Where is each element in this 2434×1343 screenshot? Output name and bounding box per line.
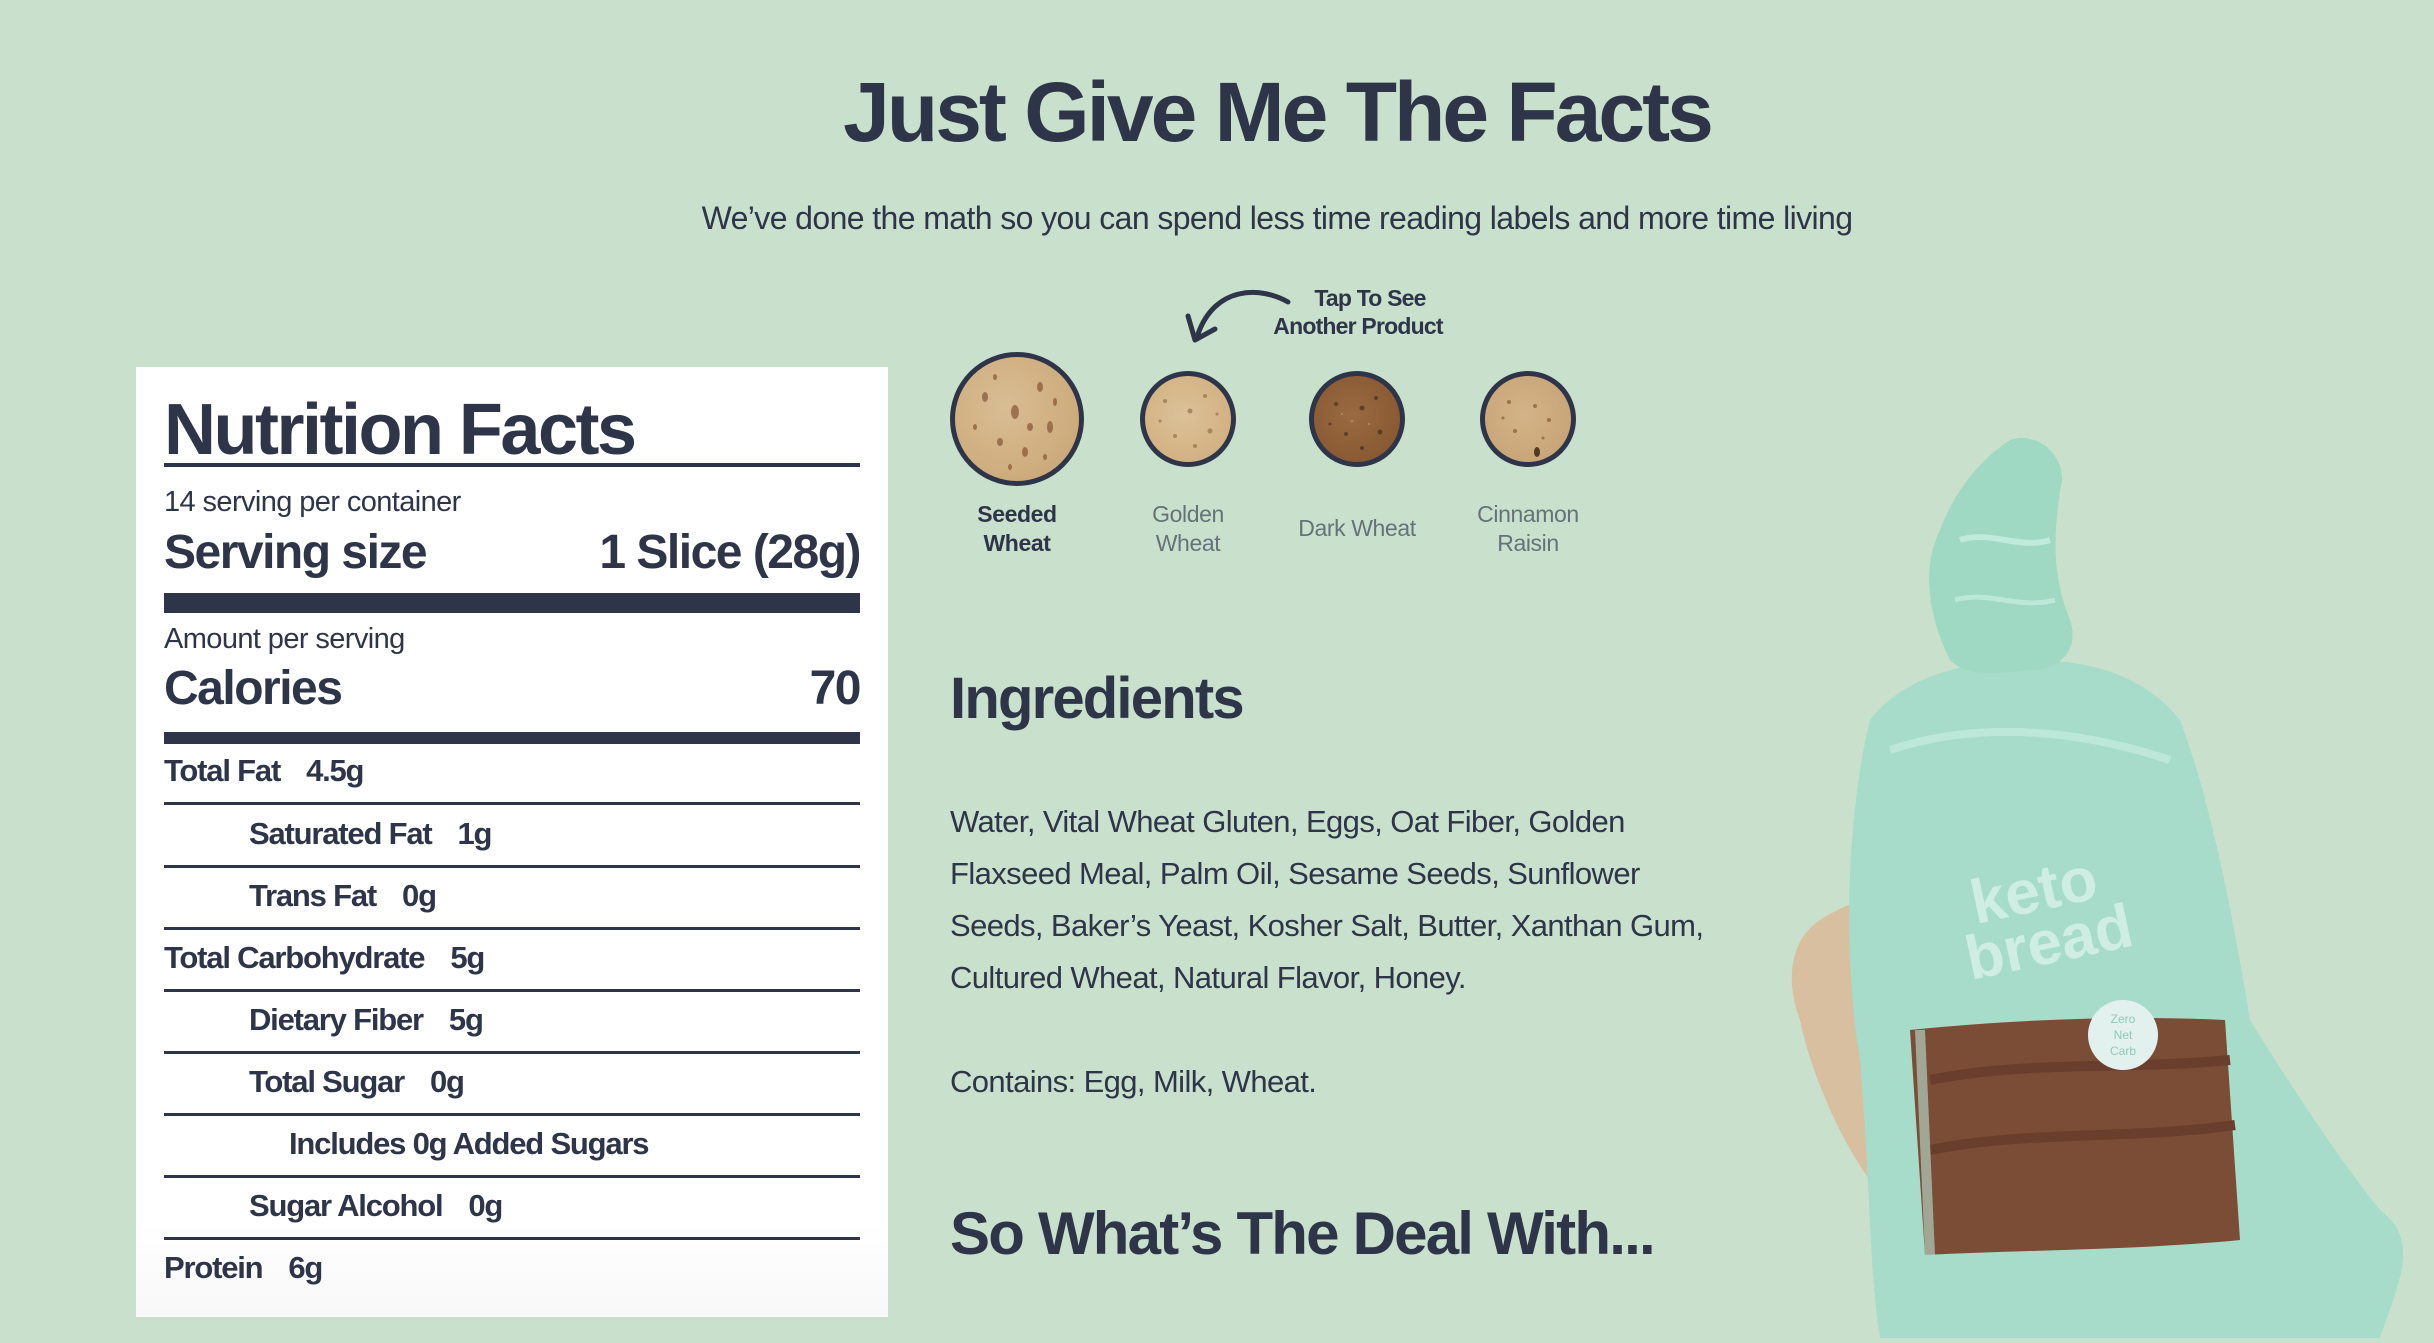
product-label-line1: Seeded: [977, 501, 1057, 527]
product-golden-wheat[interactable]: Golden Wheat: [1103, 371, 1273, 556]
thick-divider: [164, 593, 860, 613]
servings-per-container: 14 serving per container: [164, 486, 461, 518]
nutrient-label: Total Fat: [164, 753, 281, 788]
bread-swatch-cinnamon-raisin: [1480, 371, 1576, 467]
nutrient-label: Total Carbohydrate: [164, 940, 426, 975]
serving-size-value: 1 Slice (28g): [599, 526, 861, 579]
nutrient-row-total-carbohydrate: Total Carbohydrate 5g: [164, 927, 860, 989]
tap-hint-line2: Another Product: [1273, 313, 1443, 339]
nutrient-value: 0g: [430, 1064, 465, 1099]
nutrient-value: 5g: [448, 1002, 484, 1037]
product-seeded-wheat[interactable]: Seeded Wheat: [932, 352, 1102, 556]
product-label-line2: Raisin: [1497, 530, 1559, 556]
product-label-line1: Cinnamon: [1477, 501, 1579, 527]
calories-row: Calories 70: [164, 661, 862, 717]
nutrient-row-added-sugars: Includes 0g Added Sugars: [164, 1113, 860, 1175]
amount-per-serving: Amount per serving: [164, 623, 405, 655]
nutrient-value: 1g: [457, 816, 493, 851]
page-title: Just Give Me The Facts: [843, 65, 1714, 159]
serving-size-label: Serving size: [164, 526, 428, 579]
nutrient-label: Trans Fat: [249, 878, 377, 913]
bread-swatch-seeded-wheat: [950, 352, 1084, 486]
product-label: Golden Wheat: [1103, 500, 1273, 558]
tap-hint-line1: Tap To See: [1314, 285, 1426, 311]
ingredients-list: Water, Vital Wheat Gluten, Eggs, Oat Fib…: [950, 804, 1704, 995]
nutrient-row-sugar-alcohol: Sugar Alcohol 0g: [164, 1175, 860, 1237]
product-label-line2: Wheat: [983, 530, 1051, 556]
title-divider: [164, 463, 860, 467]
ingredients-title: Ingredients: [950, 666, 1245, 731]
nutrient-label: Dietary Fiber: [249, 1002, 424, 1037]
product-label: Seeded Wheat: [932, 500, 1102, 558]
nutrient-value: 5g: [450, 940, 485, 975]
bread-swatch-golden-wheat: [1140, 371, 1236, 467]
nutrient-label: Saturated Fat: [249, 816, 433, 851]
product-cinnamon-raisin[interactable]: Cinnamon Raisin: [1443, 371, 1613, 556]
bread-bag-image: keto bread Zero Net Carb: [1791, 438, 2404, 1338]
calories-label: Calories: [164, 662, 343, 715]
nutrient-value: 6g: [288, 1250, 323, 1285]
svg-text:Zero: Zero: [2111, 1012, 2136, 1026]
nutrient-row-trans-fat: Trans Fat 0g: [164, 865, 860, 927]
nutrient-row-saturated-fat: Saturated Fat 1g: [164, 803, 860, 865]
nutrient-value: 0g: [468, 1188, 503, 1223]
serving-size-row: Serving size 1 Slice (28g): [164, 525, 861, 581]
product-photo: keto bread Zero Net Carb: [1780, 420, 2434, 1338]
product-label-line1: Golden: [1152, 501, 1224, 527]
product-label: Cinnamon Raisin: [1443, 500, 1613, 558]
tap-hint: Tap To See Another Product: [1258, 284, 1458, 340]
svg-text:Carb: Carb: [2110, 1044, 2136, 1058]
product-dark-wheat[interactable]: Dark Wheat: [1272, 371, 1442, 541]
product-label: Dark Wheat: [1272, 514, 1442, 543]
nutrient-label: Sugar Alcohol: [249, 1188, 444, 1223]
nutrient-value: 0g: [402, 878, 437, 913]
nutrient-label: Total Sugar: [249, 1064, 405, 1099]
allergen-contains: Contains: Egg, Milk, Wheat.: [950, 1064, 1317, 1099]
page-subtitle: We’ve done the math so you can spend les…: [701, 200, 1853, 236]
deal-section-title: So What’s The Deal With...: [950, 1200, 1656, 1267]
nutrient-label: Includes 0g Added Sugars: [289, 1126, 650, 1161]
product-label-line1: Dark Wheat: [1298, 515, 1416, 541]
nutrition-facts-panel: Nutrition Facts 14 serving per container…: [136, 367, 888, 1317]
svg-text:Net: Net: [2114, 1028, 2133, 1042]
nutrient-row-protein: Protein 6g: [164, 1237, 860, 1299]
nutrient-label: Protein: [164, 1250, 264, 1285]
nutrition-facts-title: Nutrition Facts: [164, 390, 637, 470]
bread-swatch-dark-wheat: [1309, 371, 1405, 467]
product-label-line2: Wheat: [1155, 530, 1221, 556]
calories-value: 70: [809, 662, 862, 715]
nutrient-value: 4.5g: [306, 753, 364, 788]
nutrient-row-total-sugar: Total Sugar 0g: [164, 1051, 860, 1113]
nutrient-row-dietary-fiber: Dietary Fiber 5g: [164, 989, 860, 1051]
nutrient-row-total-fat: Total Fat 4.5g: [164, 740, 860, 802]
